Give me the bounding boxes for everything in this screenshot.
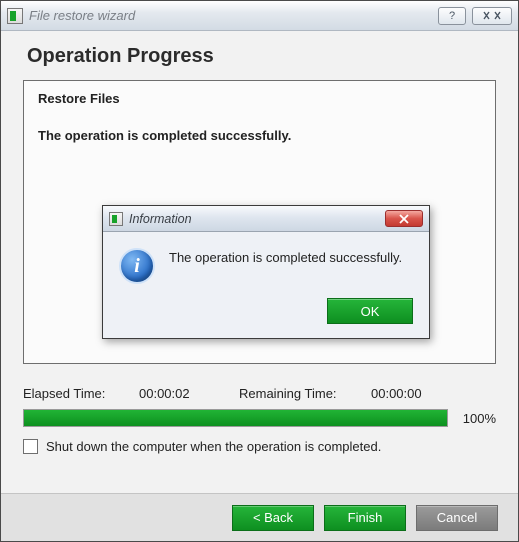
dialog-close-button[interactable] [385, 210, 423, 227]
window-controls: ? [438, 7, 512, 25]
time-status-row: Elapsed Time: 00:00:02 Remaining Time: 0… [23, 386, 496, 401]
dialog-body: i The operation is completed successfull… [103, 232, 429, 298]
titlebar: File restore wizard ? [1, 1, 518, 31]
shutdown-option-row: Shut down the computer when the operatio… [23, 439, 496, 454]
content-area: Operation Progress Restore Files The ope… [1, 31, 518, 493]
elapsed-label: Elapsed Time: [23, 386, 139, 401]
window-title: File restore wizard [29, 8, 438, 23]
page-title: Operation Progress [27, 45, 496, 68]
cancel-button[interactable]: Cancel [416, 505, 498, 531]
progress-bar [23, 409, 448, 427]
progress-fill [24, 410, 447, 426]
operation-panel: Restore Files The operation is completed… [23, 80, 496, 364]
dialog-message: The operation is completed successfully. [169, 248, 402, 265]
app-icon [7, 8, 23, 24]
main-window: File restore wizard ? Operation Progress… [0, 0, 519, 542]
dialog-titlebar: Information [103, 206, 429, 232]
dialog-app-icon [109, 212, 123, 226]
shutdown-checkbox[interactable] [23, 439, 38, 454]
close-icon [398, 214, 410, 224]
finish-button[interactable]: Finish [324, 505, 406, 531]
shutdown-label: Shut down the computer when the operatio… [46, 439, 381, 454]
panel-message: The operation is completed successfully. [38, 128, 481, 143]
remaining-value: 00:00:00 [371, 386, 422, 401]
ok-button[interactable]: OK [327, 298, 413, 324]
progress-percent: 100% [456, 411, 496, 426]
info-dialog: Information i The operation is completed… [102, 205, 430, 339]
back-button[interactable]: < Back [232, 505, 314, 531]
elapsed-value: 00:00:02 [139, 386, 239, 401]
wizard-footer: < Back Finish Cancel [1, 493, 518, 541]
close-button[interactable] [472, 7, 512, 25]
remaining-label: Remaining Time: [239, 386, 371, 401]
dialog-title: Information [129, 212, 385, 226]
dialog-actions: OK [103, 298, 429, 338]
help-button[interactable]: ? [438, 7, 466, 25]
info-icon: i [119, 248, 155, 284]
panel-heading: Restore Files [38, 91, 481, 106]
progress-row: 100% [23, 409, 496, 427]
